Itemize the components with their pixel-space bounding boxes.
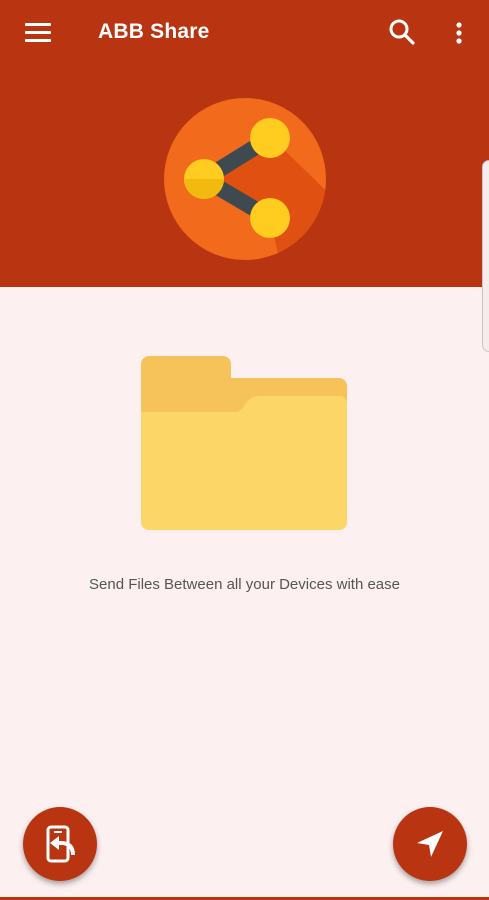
- app-title: ABB Share: [98, 20, 210, 43]
- send-arrow-icon: [417, 831, 443, 857]
- menu-button[interactable]: [22, 17, 56, 49]
- search-icon: [389, 19, 415, 45]
- menu-icon: [25, 23, 51, 42]
- send-files-button[interactable]: [393, 807, 467, 881]
- share-logo-icon: [164, 98, 326, 260]
- receive-files-button[interactable]: [23, 807, 97, 881]
- phone-receive-icon: [46, 825, 75, 863]
- app-bar: ABB Share: [0, 0, 489, 66]
- tagline-text: Send Files Between all your Devices with…: [89, 576, 400, 593]
- edge-panel-handle[interactable]: [482, 160, 489, 352]
- more-vert-icon: [456, 22, 462, 44]
- header-banner: [0, 66, 489, 287]
- overflow-menu-button[interactable]: [446, 16, 472, 50]
- search-button[interactable]: [386, 16, 418, 48]
- folder-icon: [141, 356, 347, 530]
